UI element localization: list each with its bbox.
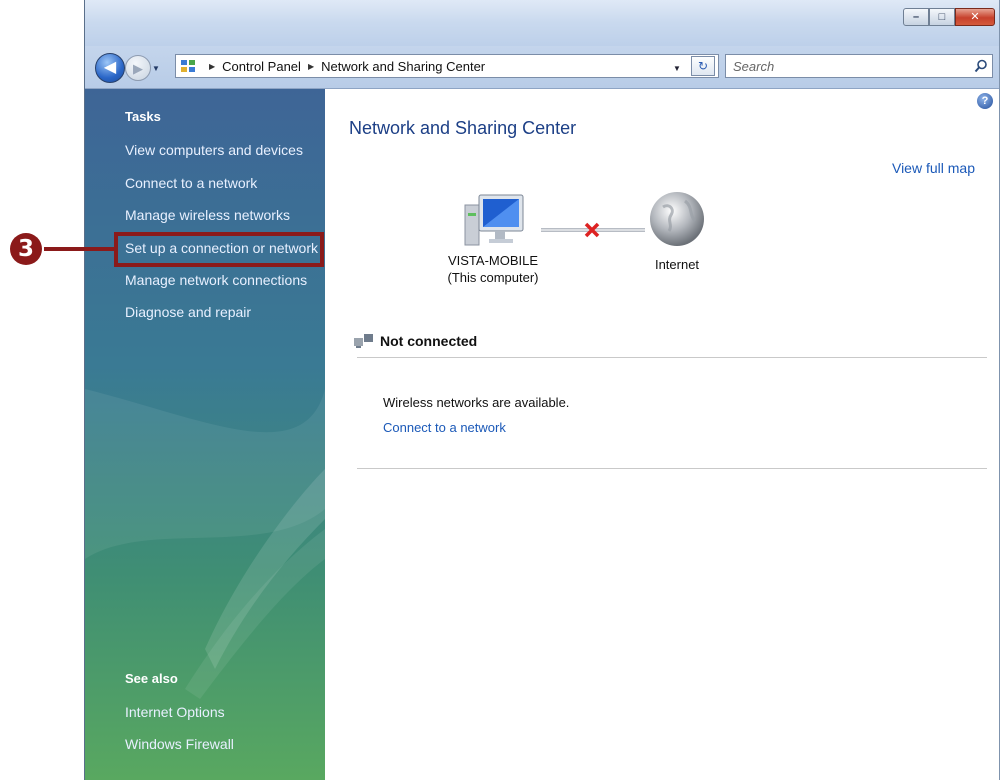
computer-name: VISTA-MOBILE: [447, 253, 539, 268]
refresh-icon: ↻: [697, 59, 709, 73]
status-heading: Not connected: [353, 332, 477, 350]
close-icon: ✕: [970, 10, 980, 23]
connect-to-network-link[interactable]: Connect to a network: [383, 420, 506, 435]
navigation-bar: ◀ ▶ ▼ ▶ Control Panel ▶ Network and Shar…: [85, 46, 999, 89]
title-bar[interactable]: – □ ✕: [85, 0, 999, 46]
internet-node-label: Internet: [654, 257, 700, 272]
window-controls: – □ ✕: [903, 8, 995, 26]
task-diagnose-repair[interactable]: Diagnose and repair: [125, 304, 251, 320]
maximize-button[interactable]: □: [929, 8, 955, 26]
computer-node-label: VISTA-MOBILE (This computer): [433, 252, 553, 286]
search-input[interactable]: [726, 55, 966, 77]
task-view-computers-devices[interactable]: View computers and devices: [125, 142, 303, 158]
help-icon[interactable]: ?: [977, 93, 993, 109]
link-internet-options[interactable]: Internet Options: [125, 704, 225, 720]
divider-top: [357, 357, 987, 358]
search-box[interactable]: [725, 54, 993, 78]
computer-icon[interactable]: [463, 193, 527, 251]
refresh-button[interactable]: ↻: [691, 56, 715, 76]
page-title: Network and Sharing Center: [349, 118, 577, 138]
sidebar-swirl-decoration: [85, 389, 325, 699]
computer-subtitle: (This computer): [447, 270, 539, 285]
status-heading-label: Not connected: [380, 333, 478, 349]
forward-arrow-icon: ▶: [133, 60, 143, 76]
minimize-button[interactable]: –: [903, 8, 929, 26]
task-manage-network-connections[interactable]: Manage network connections: [125, 272, 307, 288]
breadcrumb-network-sharing[interactable]: Network and Sharing Center: [321, 59, 485, 74]
main-content: ? Network and Sharing Center View full m…: [325, 89, 999, 780]
breadcrumb-separator-icon: ▶: [209, 61, 216, 71]
search-icon[interactable]: [974, 59, 988, 73]
divider-bottom: [357, 468, 987, 469]
see-also-heading: See also: [125, 671, 178, 686]
wireless-available-text: Wireless networks are available.: [383, 395, 570, 410]
back-button[interactable]: ◀: [95, 53, 125, 83]
breadcrumb-control-panel[interactable]: Control Panel: [222, 59, 301, 74]
network-status-icon: [354, 334, 373, 348]
task-manage-wireless-networks[interactable]: Manage wireless networks: [125, 207, 290, 223]
callout-number-badge: 3: [10, 233, 42, 265]
control-panel-icon: [180, 58, 196, 74]
back-arrow-icon: ◀: [103, 59, 117, 76]
task-connect-to-network[interactable]: Connect to a network: [125, 175, 257, 191]
disconnected-link-icon: [541, 222, 645, 238]
tasks-heading: Tasks: [125, 109, 161, 124]
callout-highlight-box: [114, 232, 324, 267]
control-panel-window: – □ ✕ ◀ ▶ ▼ ▶ Control Panel ▶ Network an…: [84, 0, 1000, 780]
view-full-map-link[interactable]: View full map: [892, 160, 975, 176]
maximize-icon: □: [938, 10, 946, 23]
forward-button[interactable]: ▶: [125, 55, 151, 81]
breadcrumb-separator-icon: ▶: [307, 61, 315, 71]
minimize-icon: –: [912, 10, 920, 23]
link-windows-firewall[interactable]: Windows Firewall: [125, 736, 234, 752]
internet-globe-icon[interactable]: [649, 189, 705, 249]
address-dropdown-icon[interactable]: ▼: [673, 64, 681, 73]
close-button[interactable]: ✕: [955, 8, 995, 26]
recent-pages-dropdown-icon[interactable]: ▼: [152, 64, 160, 73]
callout-line: [44, 247, 116, 251]
address-bar[interactable]: ▶ Control Panel ▶ Network and Sharing Ce…: [175, 54, 719, 78]
task-pane: Tasks View computers and devices Connect…: [85, 89, 325, 780]
